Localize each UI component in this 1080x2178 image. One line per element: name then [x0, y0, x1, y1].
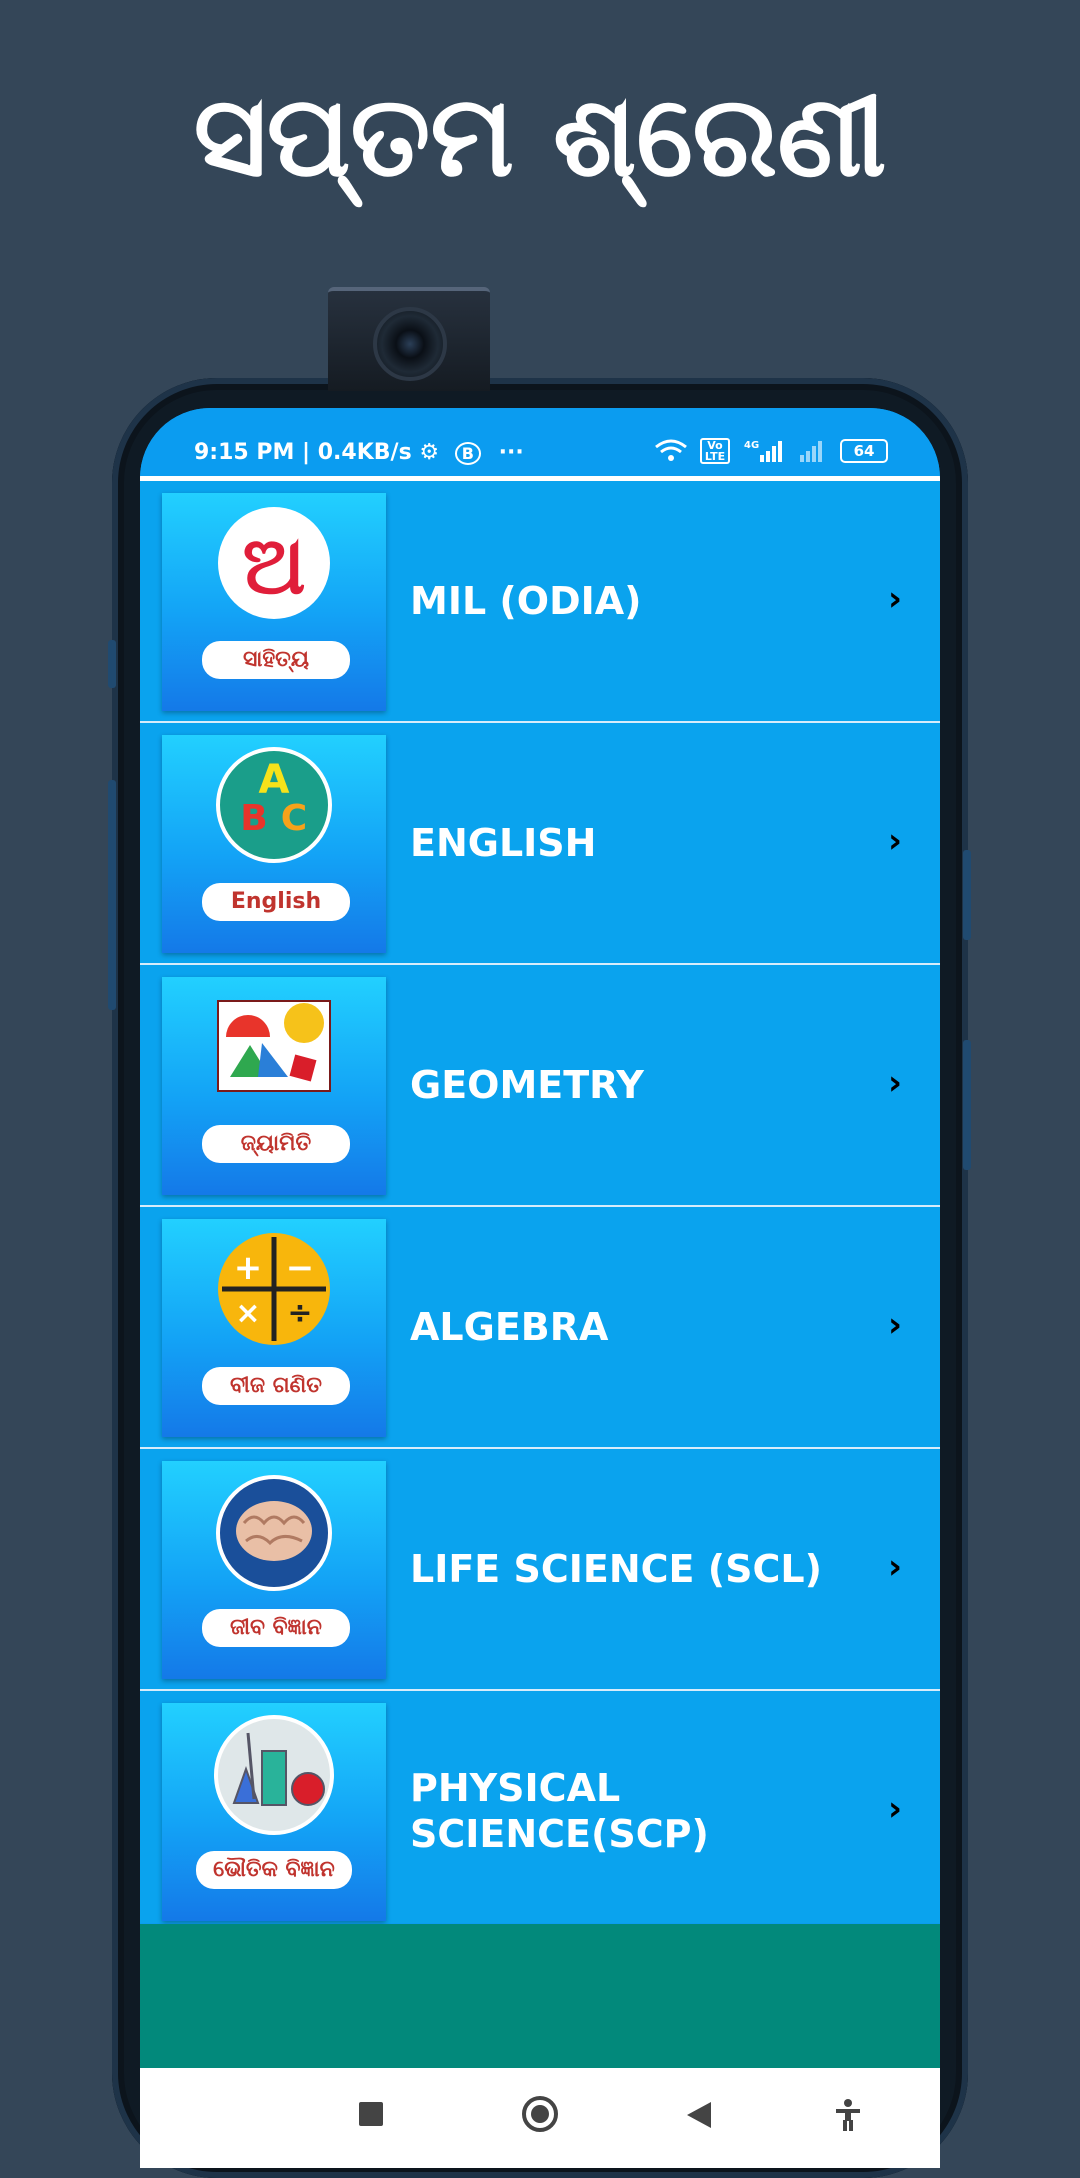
status-bar: 9:15 PM | 0.4KB/s ⚙ B ··· Vo LTE 4G 64 [140, 408, 940, 476]
back-button[interactable] [685, 2100, 713, 2130]
page-headline: ସପ୍ତମ ଶ୍ରେଣୀ [193, 72, 887, 202]
subject-title: MIL (ODIA) [410, 579, 642, 623]
chevron-right-icon: › [887, 579, 902, 619]
subject-title: PHYSICAL SCIENCE(SCP) [410, 1766, 709, 1856]
home-button[interactable] [522, 2096, 558, 2132]
svg-text:A: A [259, 757, 290, 803]
thumbnail-label: English [202, 883, 350, 921]
brain-icon [216, 1475, 332, 1591]
gear-icon: ⚙ [419, 440, 440, 465]
wifi-icon [655, 439, 687, 461]
power-button [963, 1040, 971, 1170]
volume-button [108, 640, 116, 688]
subject-title: LIFE SCIENCE (SCL) [410, 1547, 822, 1591]
signal-icon: 4G [744, 440, 782, 462]
svg-text:÷: ÷ [287, 1296, 312, 1331]
chevron-right-icon: › [887, 1305, 902, 1345]
svg-text:B: B [240, 798, 267, 839]
svg-text:C: C [281, 798, 307, 839]
svg-text:−: − [286, 1248, 315, 1288]
app-screen: 9:15 PM | 0.4KB/s ⚙ B ··· Vo LTE 4G 64 ଅ… [140, 408, 940, 2168]
subject-title: ENGLISH [410, 821, 597, 865]
abc-globe-icon: A B C [216, 747, 332, 863]
chevron-right-icon: › [887, 1063, 902, 1103]
subject-thumbnail: ଭୌତିକ ବିଜ୍ଞାନ [162, 1703, 386, 1921]
camera-lens-icon [373, 307, 447, 381]
chevron-right-icon: › [887, 1789, 902, 1829]
subject-row-algebra[interactable]: + − × ÷ ବୀଜ ଗଣିତ ALGEBRA › [140, 1207, 940, 1449]
chevron-right-icon: › [887, 1547, 902, 1587]
subject-thumbnail: ଅ ସାହିତ୍ୟ [162, 493, 386, 711]
lab-flasks-icon [214, 1715, 334, 1835]
home-dot-icon [531, 2105, 549, 2123]
thumbnail-label: ସାହିତ୍ୟ [202, 641, 350, 679]
subject-title: GEOMETRY [410, 1063, 644, 1107]
thumbnail-label: ବୀଜ ଗଣିତ [202, 1367, 350, 1405]
recents-button[interactable] [359, 2102, 383, 2126]
svg-text:+: + [234, 1248, 263, 1288]
svg-text:×: × [235, 1296, 260, 1331]
ad-banner-area [140, 1924, 940, 2068]
odia-letter-icon: ଅ [218, 507, 330, 619]
subject-row-life-science[interactable]: ଜୀବ ବିଜ୍ଞାନ LIFE SCIENCE (SCL) › [140, 1449, 940, 1691]
signal-weak-icon [800, 441, 822, 462]
subject-title: ALGEBRA [410, 1305, 609, 1349]
subject-thumbnail: ଜୀବ ବିଜ୍ଞାନ [162, 1461, 386, 1679]
chevron-right-icon: › [887, 821, 902, 861]
subject-row-geometry[interactable]: ଜ୍ୟାମିତି GEOMETRY › [140, 965, 940, 1207]
subject-row-mil-odia[interactable]: ଅ ସାହିତ୍ୟ MIL (ODIA) › [140, 481, 940, 723]
accessibility-icon[interactable] [833, 2098, 863, 2132]
subject-row-english[interactable]: A B C English ENGLISH › [140, 723, 940, 965]
thumbnail-label: ଜୀବ ବିଜ୍ଞାନ [202, 1609, 350, 1647]
math-operators-icon: + − × ÷ [218, 1233, 330, 1345]
subject-row-physical-science[interactable]: ଭୌତିକ ବିଜ୍ଞାନ PHYSICAL SCIENCE(SCP) › [140, 1691, 940, 1923]
b-icon: B [454, 442, 481, 465]
system-nav-bar [140, 2068, 940, 2168]
network-type: 4G [744, 440, 759, 451]
odia-letter: ଅ [242, 519, 305, 612]
subject-list: ଅ ସାହିତ୍ୟ MIL (ODIA) › A B C English ENG… [140, 481, 940, 1923]
thumbnail-label: ଭୌତିକ ବିଜ୍ଞାନ [196, 1851, 352, 1889]
subject-thumbnail: + − × ÷ ବୀଜ ଗଣିତ [162, 1219, 386, 1437]
battery-icon: 64 [840, 439, 888, 463]
shapes-icon [217, 1000, 331, 1092]
volume-button [108, 780, 116, 1010]
status-time: 9:15 PM | 0.4KB/s [194, 440, 412, 465]
thumbnail-label: ଜ୍ୟାମିତି [202, 1125, 350, 1163]
power-button [963, 850, 971, 940]
more-icon: ··· [498, 440, 524, 465]
volte-icon: Vo LTE [700, 438, 730, 464]
subject-thumbnail: ଜ୍ୟାମିତି [162, 977, 386, 1195]
subject-thumbnail: A B C English [162, 735, 386, 953]
